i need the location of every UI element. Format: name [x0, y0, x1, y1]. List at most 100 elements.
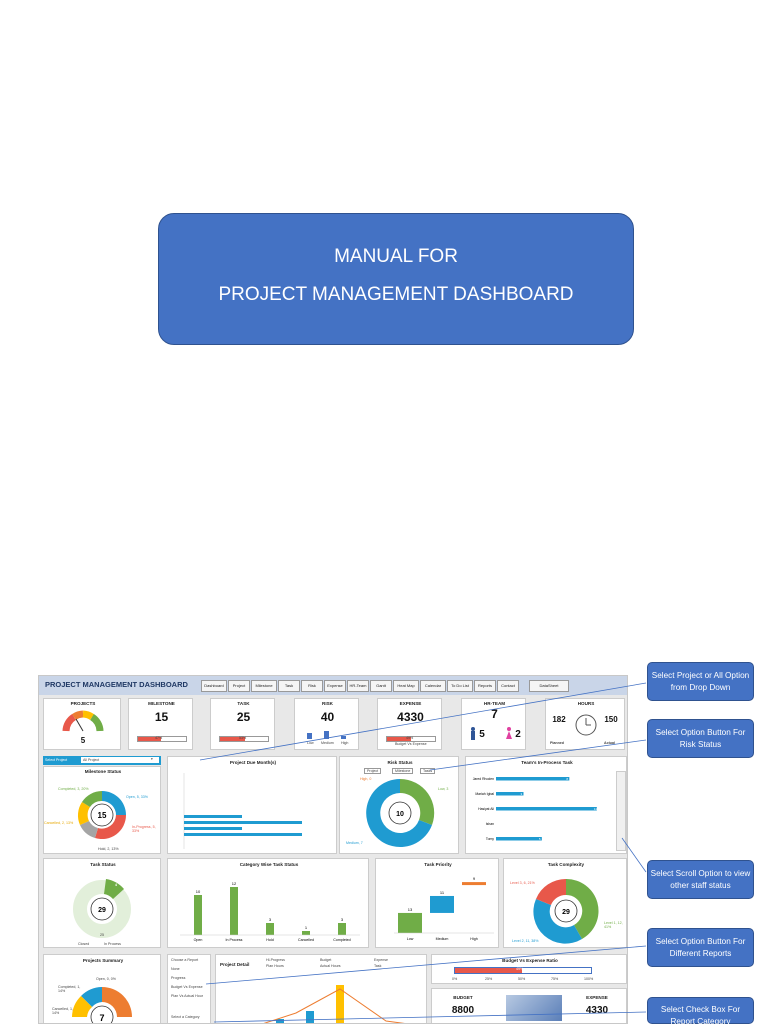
priority-bar [430, 895, 454, 913]
expense2-value: 4330 [585, 1005, 609, 1016]
expense-caption: Budget Vs Expense [395, 742, 427, 746]
project-due-title: Project Due Month(s) [229, 760, 277, 765]
nav-button[interactable]: Milestone [251, 680, 277, 692]
priority-bar [462, 882, 486, 886]
projects-summary-card: Projects Summary 7 Open, 0, 0% Completed… [43, 954, 161, 1023]
nav-button[interactable]: Gantt [370, 680, 392, 692]
risk-option-group: Project Milestone Tasks [364, 768, 460, 774]
ratio-axis-tick: 100% [584, 977, 594, 981]
risk-option-radio[interactable]: Project [364, 768, 382, 774]
nav-button[interactable]: To Do List [447, 680, 473, 692]
team-name-label: Hasiyat Ali [478, 807, 494, 811]
nav-button[interactable]: Expense [324, 680, 346, 692]
complexity-label-1: Level 3, 6, 21% [510, 881, 535, 885]
task-priority-chart: 13 Low 11 Medium 9 High [394, 876, 494, 941]
hours-actual-value: 150 [604, 715, 618, 724]
category-axis-label: Open [194, 938, 203, 942]
budget-ratio-card: Budget Vs Expense Ratio 49% 0% 25% 50% 75% 1… [431, 954, 627, 984]
milestone-completed-label: Completed, 3, 20% [58, 787, 89, 791]
risk-status-card: Risk Status Project Milestone Tasks 10 Hig… [339, 756, 459, 854]
nav-button[interactable]: Reports [474, 680, 496, 692]
ratio-axis-tick: 75% [551, 977, 559, 981]
callout-check-box: Select Check Box For Report Category [647, 997, 754, 1026]
complexity-label-2: Level 1, 12, 41% [604, 921, 623, 929]
nav-button[interactable]: Dashboard [201, 680, 227, 692]
category-bar [302, 931, 310, 935]
team-scrollbar[interactable] [616, 771, 626, 851]
priority-bar-value: 13 [408, 907, 413, 912]
nav-button[interactable]: HR-Team [347, 680, 369, 692]
team-name-label: Jared Rhoden [473, 777, 494, 781]
select-project-control[interactable]: Select Project All Project ▾ [43, 756, 161, 765]
category-axis-label: Completed [333, 938, 350, 942]
expense2-label: EXPENSE [586, 995, 608, 1000]
risk-level-high: High [341, 741, 349, 745]
callout-risk-status: Select Option Button For Risk Status [647, 719, 754, 758]
kpi-expense-value: 4330 [397, 710, 424, 724]
kpi-hrteam-card: HR-TEAM 7 5 2 [461, 698, 526, 750]
risk-status-title: Risk Status [387, 760, 413, 765]
kpi-hours-label: HOURS [577, 701, 595, 706]
hr-male-count: 5 [479, 729, 485, 740]
report-option-radio[interactable]: Budget Vs Expense [171, 985, 203, 989]
priority-bar-value: 9 [473, 876, 476, 881]
risk-option-radio[interactable]: Tasks [420, 768, 436, 774]
task-pct: 53% [239, 736, 247, 740]
callout-select-project: Select Project or All Option from Drop D… [647, 662, 754, 701]
reports-panel: Choose a Report None Progress Budget Vs Ex… [167, 954, 211, 1023]
manual-title-line2: PROJECT MANAGEMENT DASHBOARD [218, 284, 574, 305]
nav-button[interactable]: Risk [301, 680, 323, 692]
nav-button[interactable]: Task [278, 680, 300, 692]
select-project-value: All Project [83, 758, 100, 762]
nav-button[interactable]: Project [228, 680, 250, 692]
team-name-label: Mariah Igbal [475, 792, 494, 796]
dashboard-title: PROJECT MANAGEMENT DASHBOARD [45, 680, 188, 689]
budget-ratio-title: Budget Vs Expense Ratio [502, 958, 558, 963]
summary-open-label: Open, 0, 0% [96, 977, 116, 981]
category-bar [338, 923, 346, 935]
team-bar [496, 792, 524, 796]
project-detail-legend-item: Hl-Progress [266, 958, 285, 962]
risk-level-medium: Medium [321, 741, 334, 745]
projects-summary-title: Projects Summary [82, 958, 124, 963]
project-detail-title: Project Detail [220, 962, 250, 967]
team-name-label: Ishan [486, 822, 494, 826]
category-bar-value: 3 [269, 917, 272, 922]
manual-title-box: MANUAL FOR PROJECT MANAGEMENT DASHBOARD [158, 213, 634, 345]
category-bar [230, 887, 238, 935]
report-option-radio[interactable]: None [171, 967, 180, 971]
team-task-card: Team's In-Process Task Jared Rhoden 8 Mari… [465, 756, 627, 854]
kpi-milestone-value: 15 [154, 710, 169, 724]
risk-option-radio[interactable]: Milestone [392, 768, 414, 774]
task-complexity-card: Task Complexity 29 Level 3, 6, 21% Level… [503, 858, 627, 948]
nav-button[interactable]: DataSheet [529, 680, 569, 692]
category-bar-value: 12 [232, 881, 237, 886]
team-bar-value: 11 [594, 807, 597, 811]
project-detail-legend-item: Actual Hours [320, 964, 341, 968]
team-bar [496, 777, 570, 781]
callout-scroll-option: Select Scroll Option to view other staff… [647, 860, 754, 899]
report-option-radio[interactable]: Progress [171, 976, 185, 980]
risk-low-label: Low, 3 [438, 787, 449, 791]
project-due-chart [183, 773, 302, 849]
team-name-label: Tomy [486, 837, 494, 841]
kpi-expense-label: EXPENSE [399, 701, 422, 706]
hours-planned-label: Planned [550, 741, 564, 745]
priority-bar-value: 11 [440, 890, 445, 895]
hours-planned-value: 182 [552, 715, 566, 724]
risk-center-value: 10 [396, 811, 404, 818]
ratio-axis-tick: 0% [452, 977, 458, 981]
report-option-radio[interactable]: Plan Vs Actual Hour [171, 994, 203, 998]
nav-button[interactable]: Heat Map [393, 680, 419, 692]
hours-actual-label: Actual [604, 741, 615, 745]
budget-ratio-pct: 49% [516, 967, 524, 971]
task-status-legend-inprocess: In Process [104, 942, 121, 946]
select-project-dropdown[interactable]: All Project ▾ [81, 757, 159, 763]
nav-button[interactable]: Contact [497, 680, 519, 692]
budget-value: 8800 [451, 1005, 475, 1016]
nav-button[interactable]: Calendar [420, 680, 446, 692]
budget-label: BUDGET [453, 995, 473, 1000]
project-detail-legend-item: Task [374, 964, 382, 968]
milestone-center-value: 15 [98, 811, 107, 820]
manual-title-line1: MANUAL FOR [334, 246, 458, 267]
